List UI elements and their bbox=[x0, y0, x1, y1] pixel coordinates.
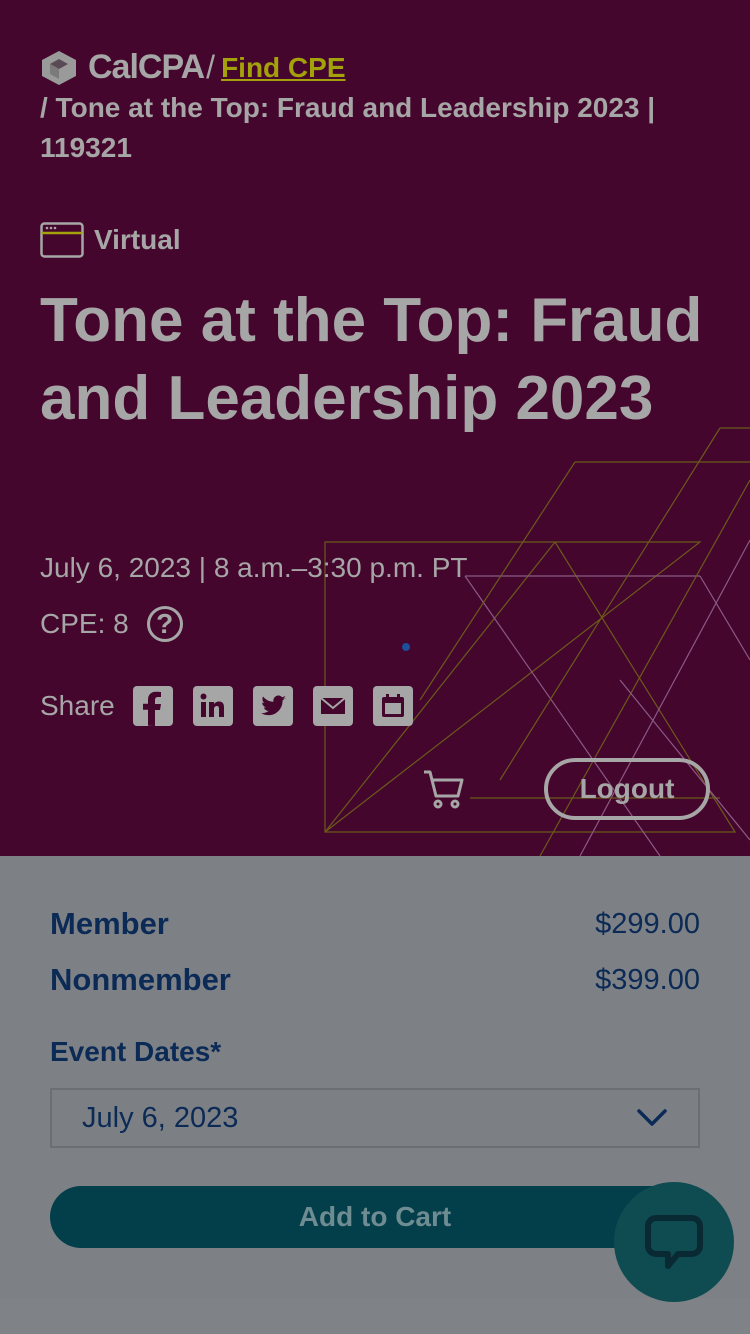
linkedin-icon[interactable] bbox=[192, 686, 233, 726]
facebook-icon[interactable] bbox=[132, 686, 173, 726]
event-dates-select[interactable]: July 6, 2023 bbox=[50, 1088, 700, 1148]
chat-bubble-icon bbox=[645, 1215, 703, 1269]
format-label: Virtual bbox=[94, 224, 181, 255]
event-date-time: July 6, 2023 | 8 a.m.–3:30 p.m. PT bbox=[40, 552, 468, 583]
chat-button[interactable] bbox=[614, 1182, 734, 1302]
member-price: $299.00 bbox=[595, 907, 700, 940]
browser-window-icon bbox=[40, 222, 84, 258]
logout-button[interactable]: Logout bbox=[544, 758, 710, 820]
cart-icon[interactable] bbox=[422, 768, 466, 815]
cpe-credits: CPE: 8 ? bbox=[40, 606, 183, 642]
event-dates-label: Event Dates* bbox=[50, 1036, 222, 1067]
share-bar: Share bbox=[40, 686, 433, 726]
logo-text[interactable]: CalCPA bbox=[88, 48, 205, 87]
breadcrumb: CalCPA / Find CPE bbox=[40, 48, 346, 87]
member-label: Member bbox=[50, 906, 169, 941]
cpe-label: CPE: 8 bbox=[40, 608, 129, 639]
member-price-row: Member $299.00 bbox=[50, 906, 700, 942]
calcpa-logo-icon bbox=[42, 50, 76, 85]
email-icon[interactable] bbox=[312, 686, 353, 726]
event-format: Virtual bbox=[40, 222, 181, 258]
event-dates-selected: July 6, 2023 bbox=[82, 1101, 239, 1134]
breadcrumb-link-find-cpe[interactable]: Find CPE bbox=[221, 52, 345, 84]
chevron-down-icon bbox=[637, 1109, 667, 1126]
add-to-cart-button[interactable]: Add to Cart bbox=[50, 1186, 700, 1248]
breadcrumb-separator: / bbox=[206, 49, 216, 85]
event-title: Tone at the Top: Fraud and Leadership 20… bbox=[40, 286, 703, 433]
breadcrumb-current: / Tone at the Top: Fraud and Leadership … bbox=[40, 92, 656, 163]
footer-strip bbox=[0, 1298, 750, 1334]
twitter-icon[interactable] bbox=[252, 686, 293, 726]
event-hero: CalCPA / Find CPE / Tone at the Top: Fra… bbox=[0, 0, 750, 856]
nonmember-price-row: Nonmember $399.00 bbox=[50, 962, 700, 998]
share-label: Share bbox=[40, 690, 115, 721]
nonmember-label: Nonmember bbox=[50, 962, 231, 997]
calendar-icon[interactable] bbox=[372, 686, 413, 726]
nonmember-price: $399.00 bbox=[595, 963, 700, 996]
help-icon[interactable]: ? bbox=[146, 606, 183, 642]
